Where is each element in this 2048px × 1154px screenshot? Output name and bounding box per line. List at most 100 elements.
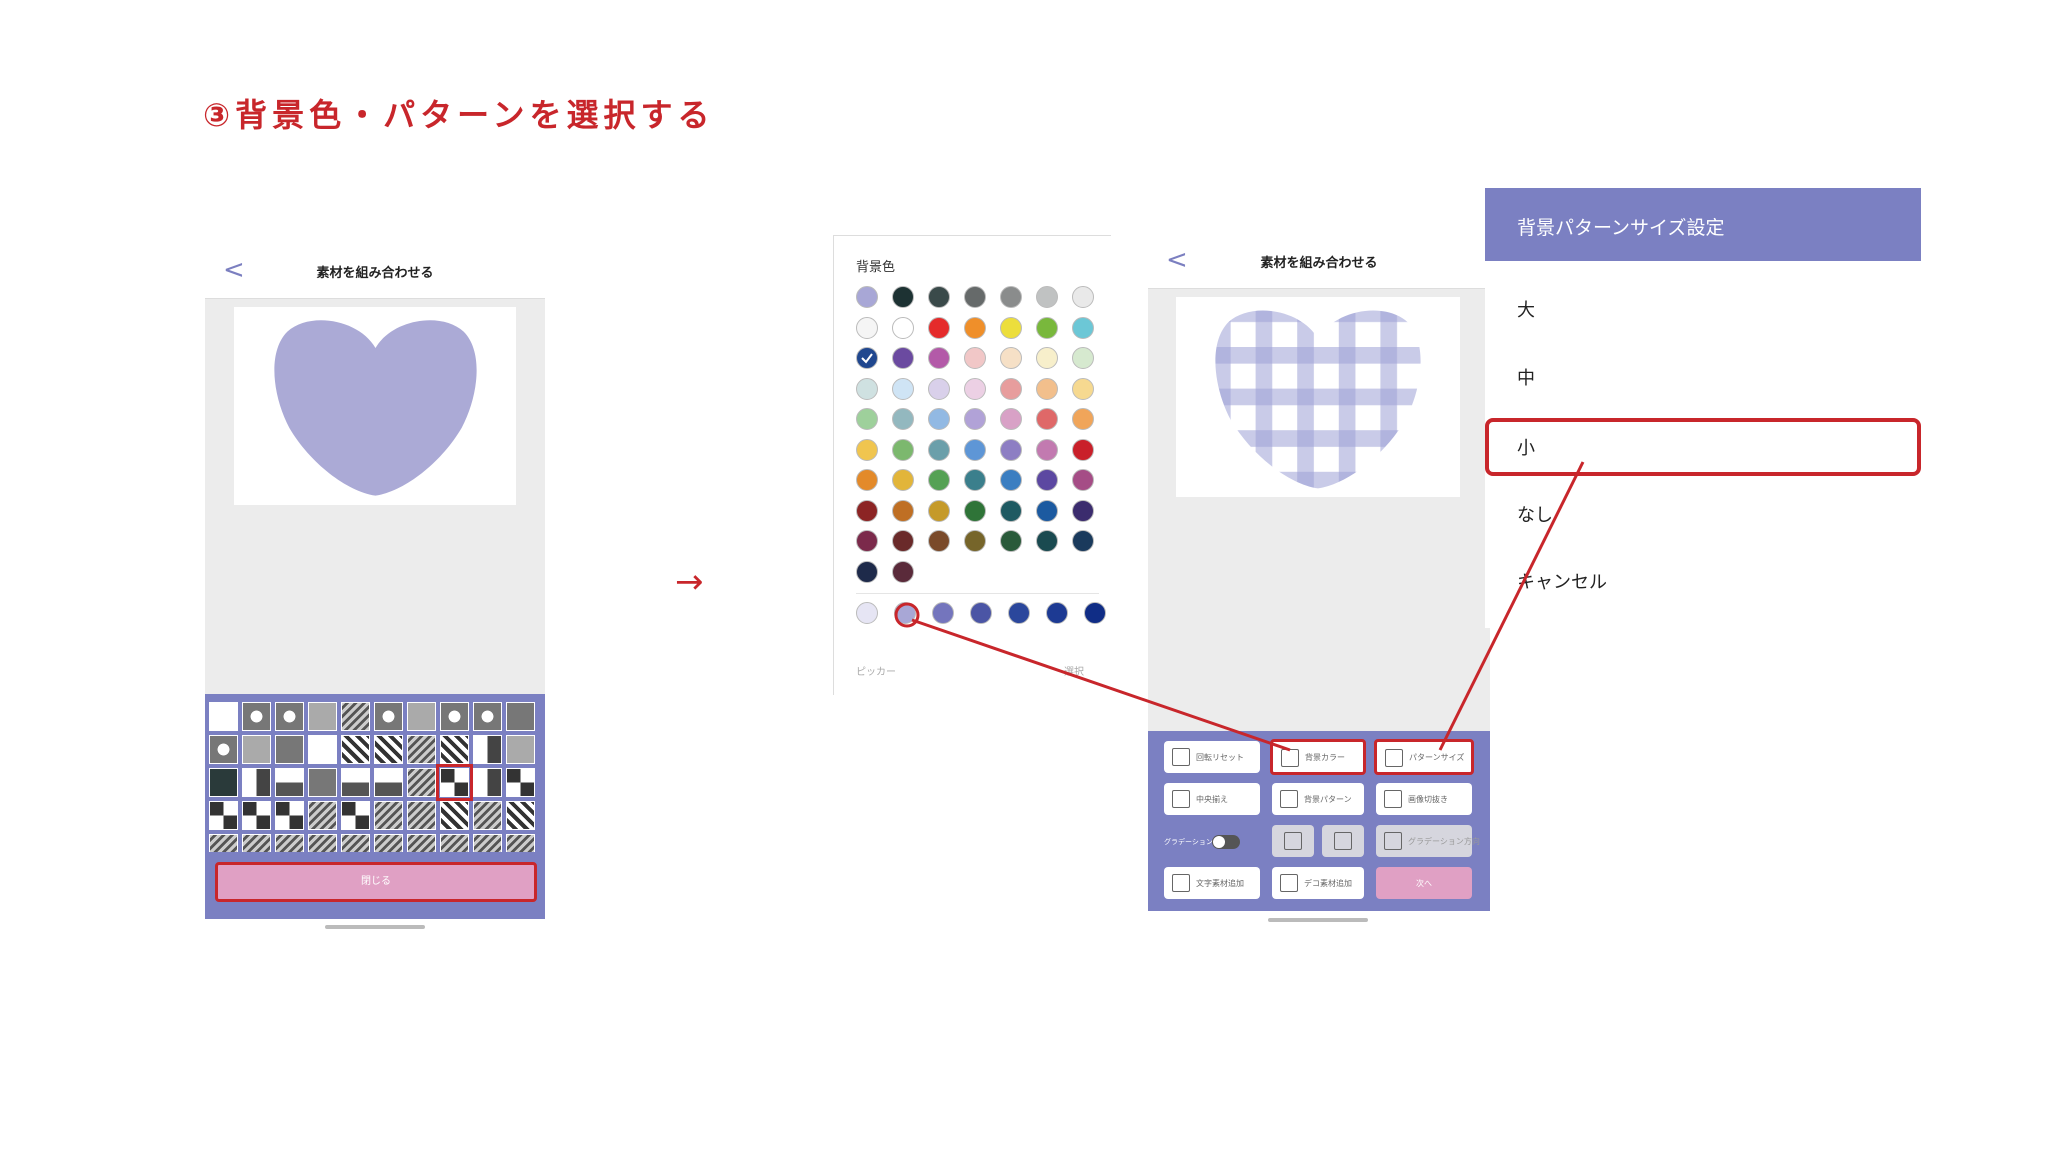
gradient-end-button[interactable]	[1322, 825, 1364, 857]
color-swatch[interactable]	[1036, 286, 1058, 308]
pattern-tile[interactable]	[209, 702, 238, 731]
pattern-tile[interactable]	[308, 735, 337, 764]
color-swatch[interactable]	[1072, 408, 1094, 430]
pattern-tile[interactable]	[506, 801, 535, 830]
pattern-tile[interactable]	[407, 768, 436, 797]
color-swatch[interactable]	[892, 316, 914, 339]
color-swatch[interactable]	[964, 316, 986, 339]
color-swatch[interactable]	[856, 286, 878, 308]
pattern-tile[interactable]	[308, 768, 337, 797]
tone-swatch[interactable]	[856, 602, 878, 624]
pattern-tile[interactable]	[209, 834, 238, 852]
color-swatch[interactable]	[1000, 316, 1022, 339]
pattern-tile[interactable]	[407, 702, 436, 731]
menu-item-cancel[interactable]: キャンセル	[1517, 568, 1607, 594]
color-swatch[interactable]	[928, 286, 950, 308]
tone-swatch[interactable]	[1084, 602, 1106, 624]
color-swatch[interactable]	[928, 377, 950, 400]
pattern-tile[interactable]	[473, 801, 502, 830]
color-swatch[interactable]	[1072, 530, 1094, 552]
pattern-tile[interactable]	[209, 735, 238, 764]
color-swatch[interactable]	[892, 286, 914, 308]
color-swatch[interactable]	[1000, 347, 1022, 369]
color-swatch[interactable]	[928, 469, 950, 491]
color-swatch[interactable]	[1036, 469, 1058, 491]
pattern-tile[interactable]	[275, 834, 304, 852]
pattern-tile[interactable]	[506, 735, 535, 764]
color-swatch[interactable]	[1072, 377, 1094, 400]
color-swatch[interactable]	[856, 377, 878, 400]
rotate-reset-button[interactable]: 回転リセット	[1164, 741, 1260, 773]
color-swatch[interactable]	[856, 499, 878, 522]
color-swatch[interactable]	[1000, 499, 1022, 522]
color-swatch[interactable]	[892, 377, 914, 400]
pattern-tile[interactable]	[374, 768, 403, 797]
color-swatch[interactable]	[892, 469, 914, 491]
background-pattern-button[interactable]: 背景パターン	[1272, 783, 1364, 815]
pattern-tile[interactable]	[473, 702, 502, 731]
color-swatch[interactable]	[928, 499, 950, 522]
color-swatch[interactable]	[1072, 438, 1094, 461]
color-swatch[interactable]	[1072, 347, 1094, 369]
pattern-tile[interactable]	[374, 834, 403, 852]
pattern-tile[interactable]	[440, 702, 469, 731]
color-swatch[interactable]	[1036, 316, 1058, 339]
pattern-tile[interactable]	[242, 702, 271, 731]
tone-swatch[interactable]	[1046, 602, 1068, 624]
tone-swatch[interactable]	[894, 602, 916, 624]
pattern-tile[interactable]	[374, 735, 403, 764]
pattern-tile[interactable]	[506, 834, 535, 852]
pattern-tile[interactable]	[242, 735, 271, 764]
pattern-tile[interactable]	[341, 834, 370, 852]
color-swatch[interactable]	[1036, 438, 1058, 461]
pattern-tile[interactable]	[341, 735, 370, 764]
select-tab[interactable]: 選択	[1064, 663, 1084, 678]
color-swatch[interactable]	[856, 408, 878, 430]
color-swatch[interactable]	[1000, 438, 1022, 461]
center-align-button[interactable]: 中央揃え	[1164, 783, 1260, 815]
color-swatch[interactable]	[964, 286, 986, 308]
pattern-tile[interactable]	[473, 735, 502, 764]
pattern-tile[interactable]	[374, 702, 403, 731]
color-swatch[interactable]	[892, 560, 914, 583]
pattern-tile[interactable]	[242, 834, 271, 852]
color-swatch[interactable]	[1036, 408, 1058, 430]
pattern-tile[interactable]	[275, 702, 304, 731]
pattern-tile[interactable]	[242, 768, 271, 797]
color-swatch[interactable]	[1000, 408, 1022, 430]
pattern-tile[interactable]	[275, 735, 304, 764]
pattern-tile[interactable]	[341, 702, 370, 731]
color-swatch[interactable]	[856, 560, 878, 583]
color-swatch[interactable]	[1000, 286, 1022, 308]
pattern-tile[interactable]	[506, 702, 535, 731]
color-swatch[interactable]	[892, 499, 914, 522]
color-swatch[interactable]	[1036, 347, 1058, 369]
gradient-start-button[interactable]	[1272, 825, 1314, 857]
color-swatch[interactable]	[1072, 469, 1094, 491]
pattern-tile[interactable]	[440, 735, 469, 764]
tone-swatch[interactable]	[1008, 602, 1030, 624]
color-swatch[interactable]	[964, 408, 986, 430]
pattern-tile[interactable]	[440, 834, 469, 852]
tone-swatch[interactable]	[970, 602, 992, 624]
pattern-tile[interactable]	[308, 702, 337, 731]
color-swatch[interactable]	[964, 347, 986, 369]
pattern-tile[interactable]	[407, 735, 436, 764]
pattern-tile[interactable]	[209, 801, 238, 830]
color-swatch[interactable]	[928, 316, 950, 339]
menu-item-none[interactable]: なし	[1517, 501, 1553, 527]
background-color-button[interactable]: 背景カラー	[1270, 739, 1366, 775]
color-swatch[interactable]	[1036, 530, 1058, 552]
color-swatch[interactable]	[892, 530, 914, 552]
crop-button[interactable]: 画像切抜き	[1376, 783, 1472, 815]
add-deco-button[interactable]: デコ素材追加	[1272, 867, 1364, 899]
color-swatch[interactable]	[928, 347, 950, 369]
pattern-tile[interactable]	[308, 834, 337, 852]
color-swatch[interactable]	[928, 530, 950, 552]
picker-tab[interactable]: ピッカー	[856, 663, 896, 678]
color-swatch[interactable]	[892, 408, 914, 430]
pattern-tile[interactable]	[440, 801, 469, 830]
color-swatch[interactable]	[856, 469, 878, 491]
tone-swatch[interactable]	[932, 602, 954, 624]
pattern-tile[interactable]	[341, 768, 370, 797]
